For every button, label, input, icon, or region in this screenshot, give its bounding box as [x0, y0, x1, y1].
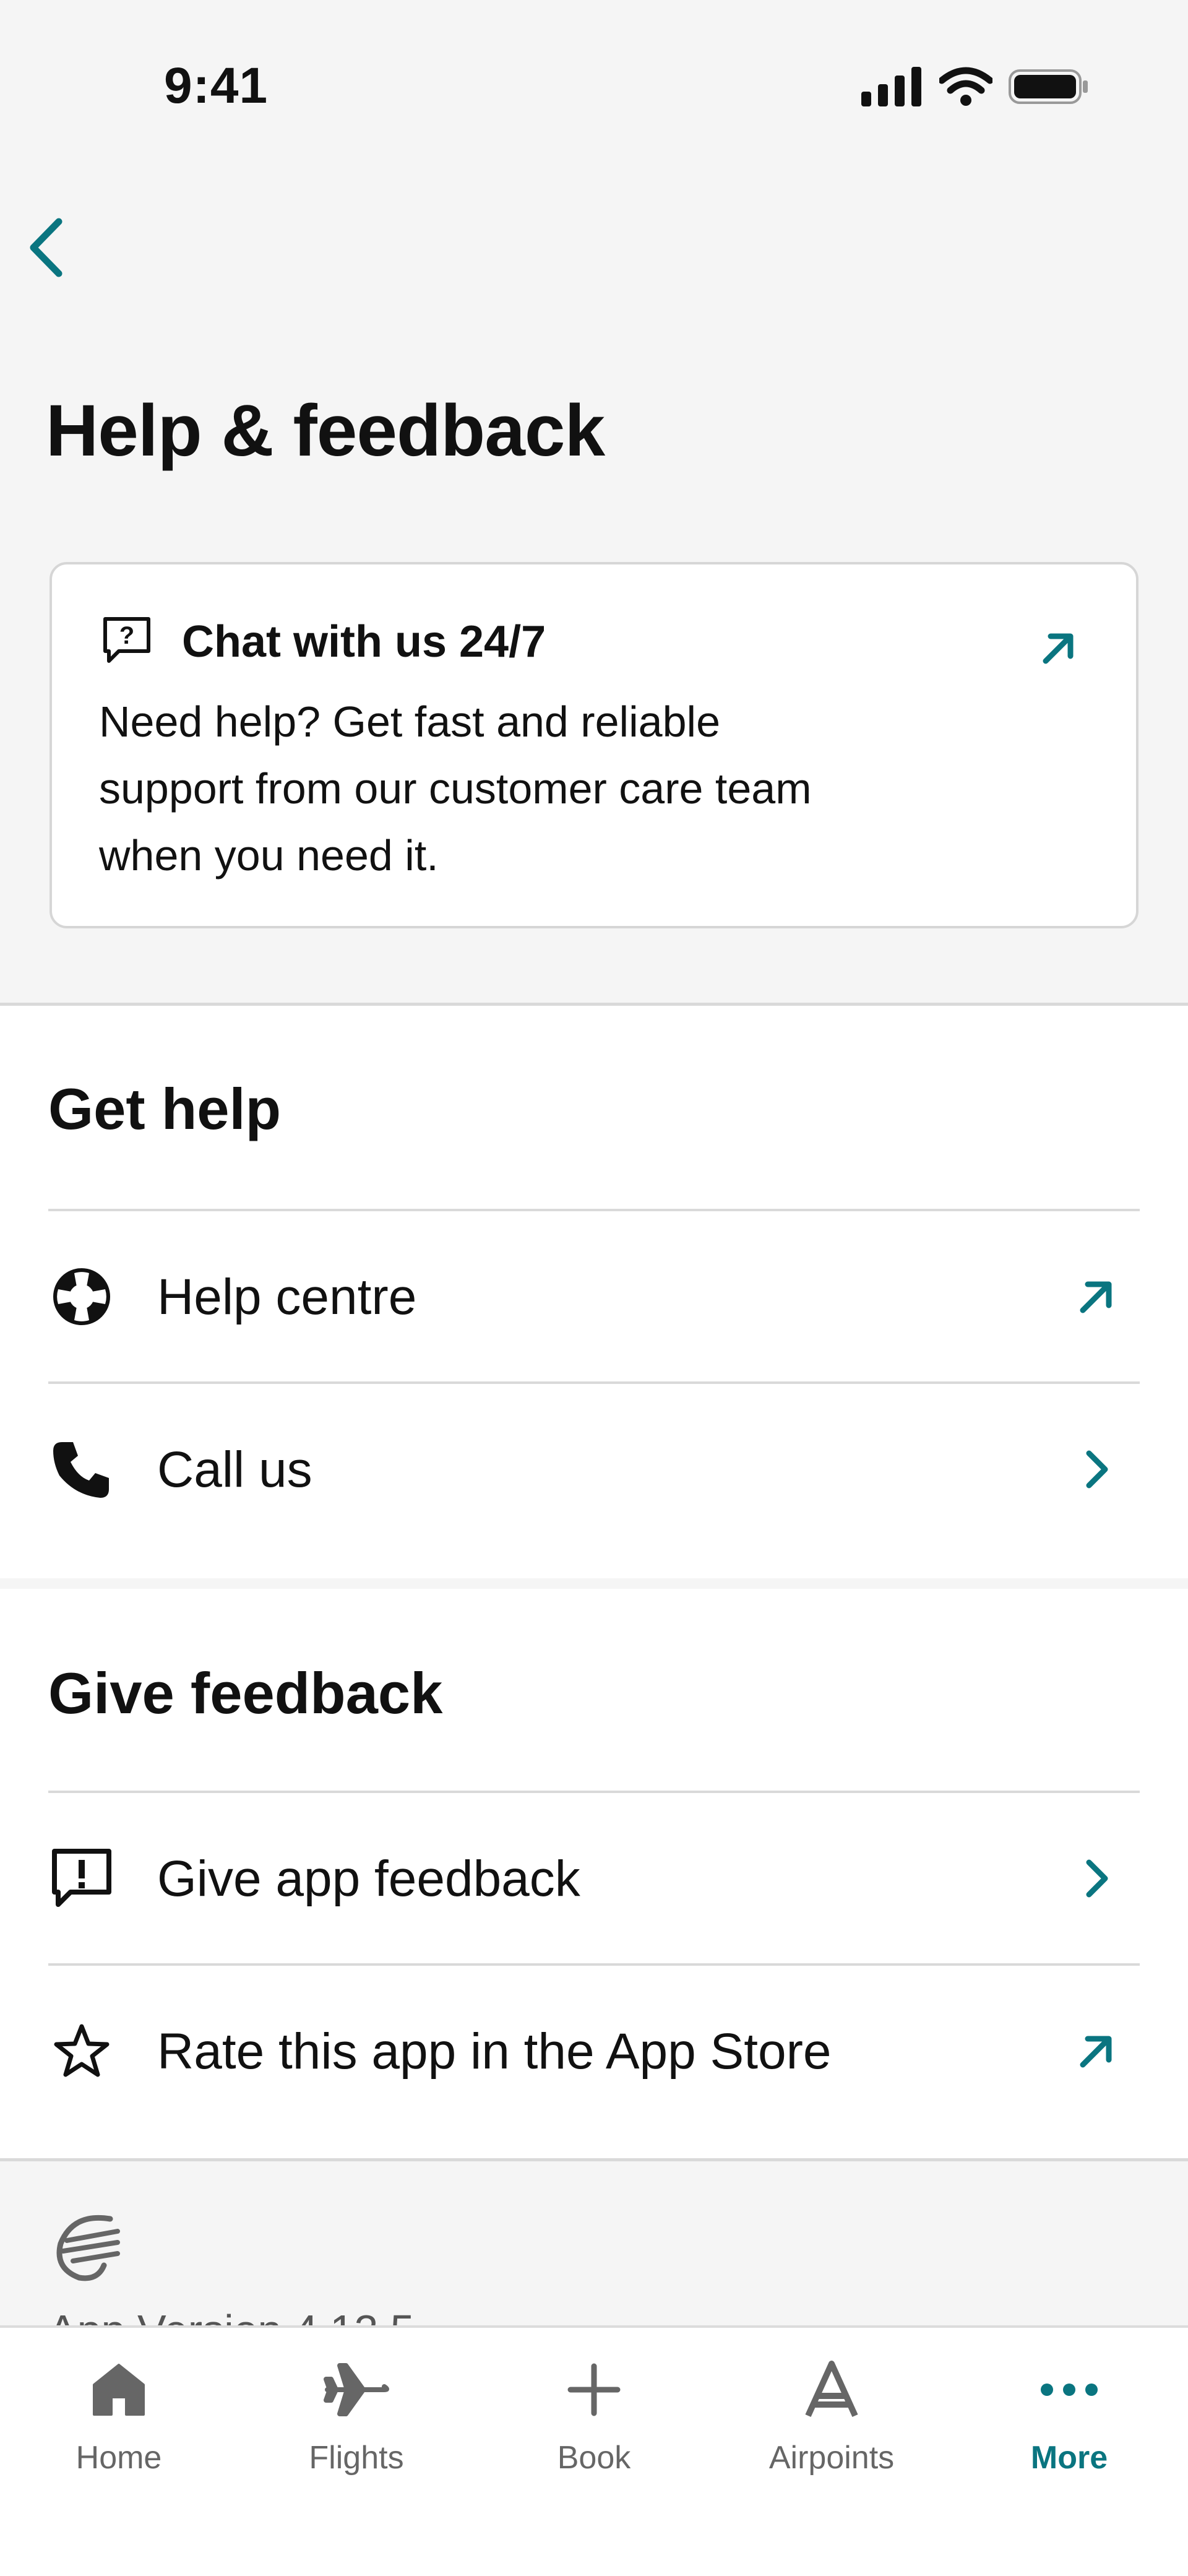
- give-app-feedback-label: Give app feedback: [157, 1851, 580, 1907]
- tab-book[interactable]: Book: [475, 2328, 713, 2513]
- external-link-icon: [1080, 1281, 1112, 1313]
- wifi-icon: [939, 67, 992, 106]
- more-icon: [1032, 2353, 1106, 2427]
- svg-text:?: ?: [119, 622, 134, 649]
- external-link-icon: [1080, 2036, 1112, 2068]
- chat-card[interactable]: ? Chat with us 24/7 Need help? Get fast …: [50, 562, 1138, 928]
- external-link-icon: [1043, 633, 1074, 664]
- chat-description-line: when you need it.: [99, 831, 439, 880]
- status-icons: [861, 67, 1089, 106]
- call-us-row[interactable]: Call us: [0, 1384, 1188, 1554]
- back-button[interactable]: [19, 210, 74, 285]
- rate-app-row[interactable]: Rate this app in the App Store: [0, 1966, 1188, 2136]
- rate-app-label: Rate this app in the App Store: [157, 2023, 832, 2080]
- tab-label: More: [1030, 2440, 1108, 2476]
- feedback-icon: [50, 1846, 114, 1911]
- tab-home[interactable]: Home: [0, 2328, 238, 2513]
- tab-more[interactable]: More: [950, 2328, 1188, 2513]
- tab-label: Home: [75, 2440, 162, 2476]
- tab-label: Airpoints: [768, 2440, 895, 2476]
- phone-icon: [50, 1437, 114, 1502]
- page-title: Help & feedback: [46, 390, 605, 472]
- koru-logo-icon: [56, 2215, 120, 2281]
- chat-description: Need help? Get fast and reliable support…: [99, 688, 903, 889]
- signal-icon: [861, 67, 921, 106]
- tab-bar: Home Flights Book Airpoints More: [0, 2325, 1188, 2576]
- chat-description-line: Need help? Get fast and reliable: [99, 698, 720, 746]
- tab-label: Flights: [309, 2440, 404, 2476]
- chevron-left-icon: [30, 218, 62, 277]
- plane-icon: [319, 2353, 394, 2427]
- home-icon: [82, 2353, 156, 2427]
- tab-flights[interactable]: Flights: [238, 2328, 475, 2513]
- battery-icon: [1009, 69, 1088, 104]
- status-time: 9:41: [164, 58, 269, 114]
- chat-description-line: support from our customer care team: [99, 764, 812, 813]
- tab-airpoints[interactable]: Airpoints: [713, 2328, 950, 2513]
- tab-label: Book: [557, 2440, 631, 2476]
- help-centre-label: Help centre: [157, 1269, 417, 1325]
- plus-icon: [557, 2353, 631, 2427]
- get-help-heading: Get help: [48, 1076, 282, 1141]
- star-icon: [50, 2019, 114, 2083]
- call-us-label: Call us: [157, 1441, 312, 1498]
- chat-title: Chat with us 24/7: [182, 617, 546, 667]
- give-feedback-heading: Give feedback: [48, 1661, 443, 1726]
- chat-question-icon: ?: [103, 617, 150, 663]
- give-app-feedback-row[interactable]: Give app feedback: [0, 1793, 1188, 1963]
- chevron-right-icon: [1086, 1450, 1108, 1489]
- chevron-right-icon: [1086, 1859, 1108, 1898]
- lifebuoy-icon: [50, 1264, 114, 1329]
- help-centre-row[interactable]: Help centre: [0, 1211, 1188, 1381]
- section-divider: [0, 2158, 1188, 2161]
- airpoints-icon: [794, 2353, 869, 2427]
